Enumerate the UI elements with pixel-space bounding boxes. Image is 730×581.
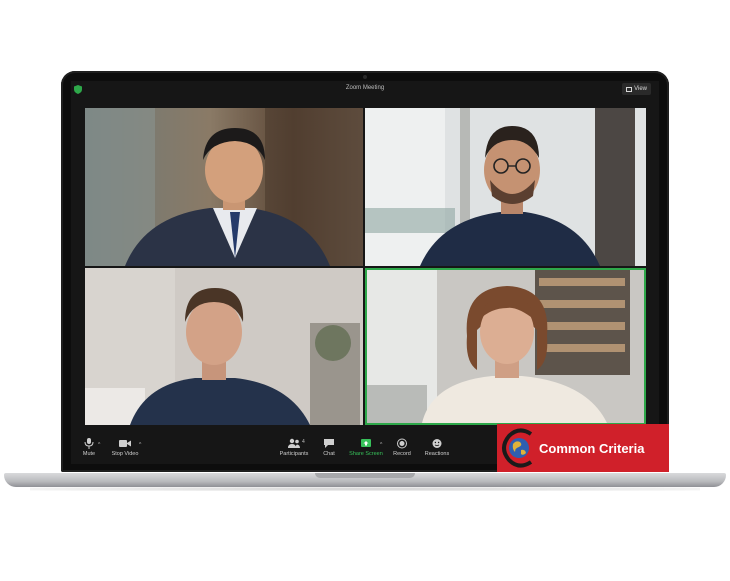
window-title: Zoom Meeting [345,85,385,91]
laptop-shadow [30,487,700,491]
laptop-base [4,473,726,487]
webcam [363,75,367,79]
reactions-label: Reactions [424,451,450,457]
participant-video-tile[interactable] [85,108,363,266]
active-speaker-video-tile[interactable] [365,268,646,425]
microphone-icon [84,438,94,449]
laptop-notch [315,473,415,478]
record-icon [397,438,407,449]
reactions-button[interactable]: Reactions [413,438,461,457]
reactions-smiley-icon [432,439,442,448]
grid-view-icon [626,86,633,92]
video-options-chevron-icon[interactable]: ^ [139,442,141,448]
participant-video-tile[interactable] [85,268,363,425]
laptop-lid: Zoom Meeting View Mute ^ Stop Video ^ Pa… [61,71,669,472]
view-button[interactable]: View [622,83,651,95]
video-camera-icon [119,440,131,447]
share-screen-icon [361,439,371,447]
participant-video-tile[interactable] [365,108,646,266]
title-bar: Zoom Meeting View [71,81,659,99]
stop-video-label: Stop Video [111,451,139,457]
participants-icon [288,438,300,448]
chat-label: Chat [323,451,335,457]
stop-video-button[interactable]: Stop Video [101,438,149,457]
mute-label: Mute [82,451,96,457]
brand-text: Common Criteria [539,440,645,456]
zoom-window: Zoom Meeting View Mute ^ Stop Video ^ Pa… [71,81,659,464]
common-criteria-logo-badge: Common Criteria [497,424,669,472]
globe-c-logo-icon [502,428,533,468]
record-label: Record [393,451,411,457]
mute-options-chevron-icon[interactable]: ^ [98,442,100,448]
video-gallery [85,108,646,425]
view-button-label: View [634,86,647,92]
chat-bubble-icon [324,439,334,448]
